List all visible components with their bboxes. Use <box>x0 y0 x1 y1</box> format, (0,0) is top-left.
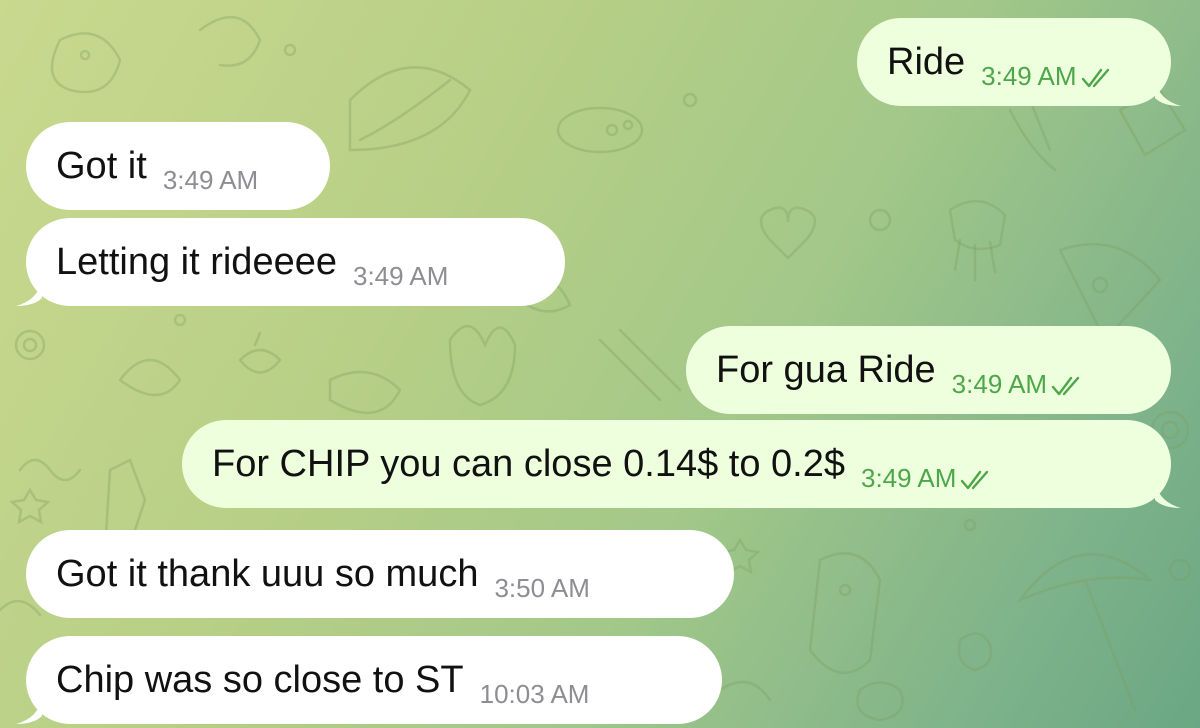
message-text: Got it thank uuu so much <box>56 553 479 595</box>
message-bubble-outgoing[interactable]: Ride 3:49 AM <box>857 18 1181 106</box>
message-bubble-outgoing[interactable]: For gua Ride 3:49 AM <box>686 326 1171 414</box>
double-check-icon <box>1051 376 1080 396</box>
message-meta: 3:49 AM <box>163 167 258 193</box>
message-bubble-incoming[interactable]: Got it thank uuu so much 3:50 AM <box>26 530 734 618</box>
message-meta: 3:50 AM <box>494 575 589 601</box>
double-check-icon <box>1081 68 1109 88</box>
bubble-tail <box>16 280 42 306</box>
bubble-tail <box>16 698 42 724</box>
message-list[interactable]: Ride 3:49 AM Got it 3:49 AM Letting it r… <box>0 0 1200 728</box>
message-text: Ride <box>887 41 966 83</box>
message-time: 3:49 AM <box>162 165 259 195</box>
message-meta: 3:49 AM <box>981 63 1110 89</box>
message-meta: 3:49 AM <box>353 263 448 289</box>
message-time: 3:49 AM <box>861 463 957 493</box>
message-time: 3:50 AM <box>494 573 590 603</box>
double-check-icon <box>961 470 989 490</box>
message-text: Letting it rideeee <box>56 241 337 283</box>
message-time: 3:49 AM <box>352 261 449 291</box>
message-meta: 10:03 AM <box>480 681 590 707</box>
message-bubble-incoming[interactable]: Chip was so close to ST 10:03 AM <box>16 636 722 724</box>
message-bubble-incoming[interactable]: Letting it rideeee 3:49 AM <box>16 218 565 306</box>
message-text: Got it <box>56 145 147 187</box>
message-time: 3:49 AM <box>981 61 1077 91</box>
message-time: 10:03 AM <box>479 679 590 709</box>
bubble-tail <box>1155 482 1181 508</box>
message-meta: 3:49 AM <box>952 371 1081 397</box>
bubble-tail <box>1155 80 1181 106</box>
message-bubble-outgoing[interactable]: For CHIP you can close 0.14$ to 0.2$ 3:4… <box>182 420 1181 508</box>
message-meta: 3:49 AM <box>861 465 990 491</box>
message-text: For CHIP you can close 0.14$ to 0.2$ <box>212 443 845 485</box>
message-time: 3:49 AM <box>951 369 1048 399</box>
message-text: For gua Ride <box>716 349 936 391</box>
message-bubble-incoming[interactable]: Got it 3:49 AM <box>26 122 330 210</box>
message-text: Chip was so close to ST <box>56 659 464 701</box>
